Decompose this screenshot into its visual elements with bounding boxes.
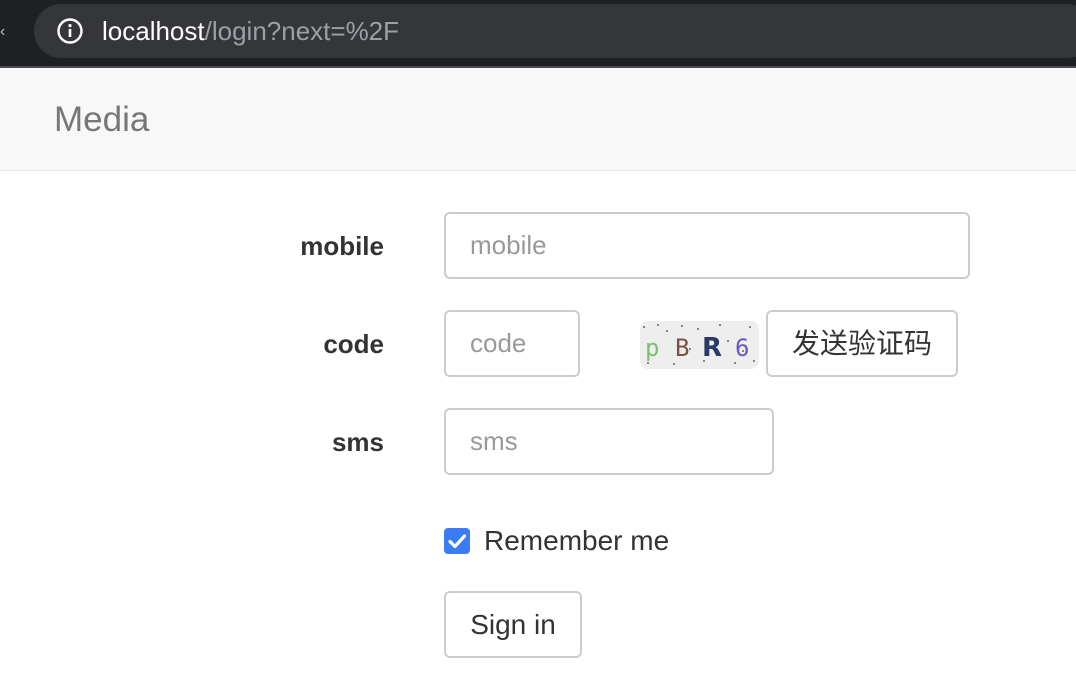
svg-text:R: R: [702, 333, 722, 363]
mobile-label: mobile: [300, 231, 384, 261]
brand-link[interactable]: Media: [54, 100, 149, 140]
url-host: localhost: [102, 16, 205, 46]
mobile-input[interactable]: [444, 212, 970, 279]
remember-label: Remember me: [484, 525, 670, 556]
address-bar[interactable]: localhost/login?next=%2F: [34, 4, 1076, 58]
back-arrow-icon[interactable]: ‹: [0, 22, 10, 42]
info-icon[interactable]: [56, 17, 84, 45]
url-path: /login?next=%2F: [204, 16, 400, 46]
sms-label: sms: [331, 427, 384, 457]
navbar: Media: [0, 68, 1076, 171]
check-icon: [448, 534, 467, 549]
url-text[interactable]: localhost/login?next=%2F: [102, 15, 399, 47]
code-label: code: [323, 329, 384, 359]
code-input[interactable]: [444, 310, 580, 377]
captcha-image[interactable]: p B R 6: [640, 321, 759, 369]
svg-text:p: p: [645, 334, 659, 362]
browser-toolbar: ‹ localhost/login?next=%2F: [0, 0, 1076, 68]
remember-checkbox[interactable]: [444, 528, 470, 554]
svg-text:B: B: [675, 334, 689, 362]
send-sms-code-button[interactable]: 发送验证码: [766, 310, 958, 377]
captcha-graphic: p B R 6: [643, 324, 755, 365]
sms-input[interactable]: [444, 408, 774, 475]
sign-in-button[interactable]: Sign in: [444, 591, 582, 658]
svg-text:6: 6: [735, 334, 749, 362]
